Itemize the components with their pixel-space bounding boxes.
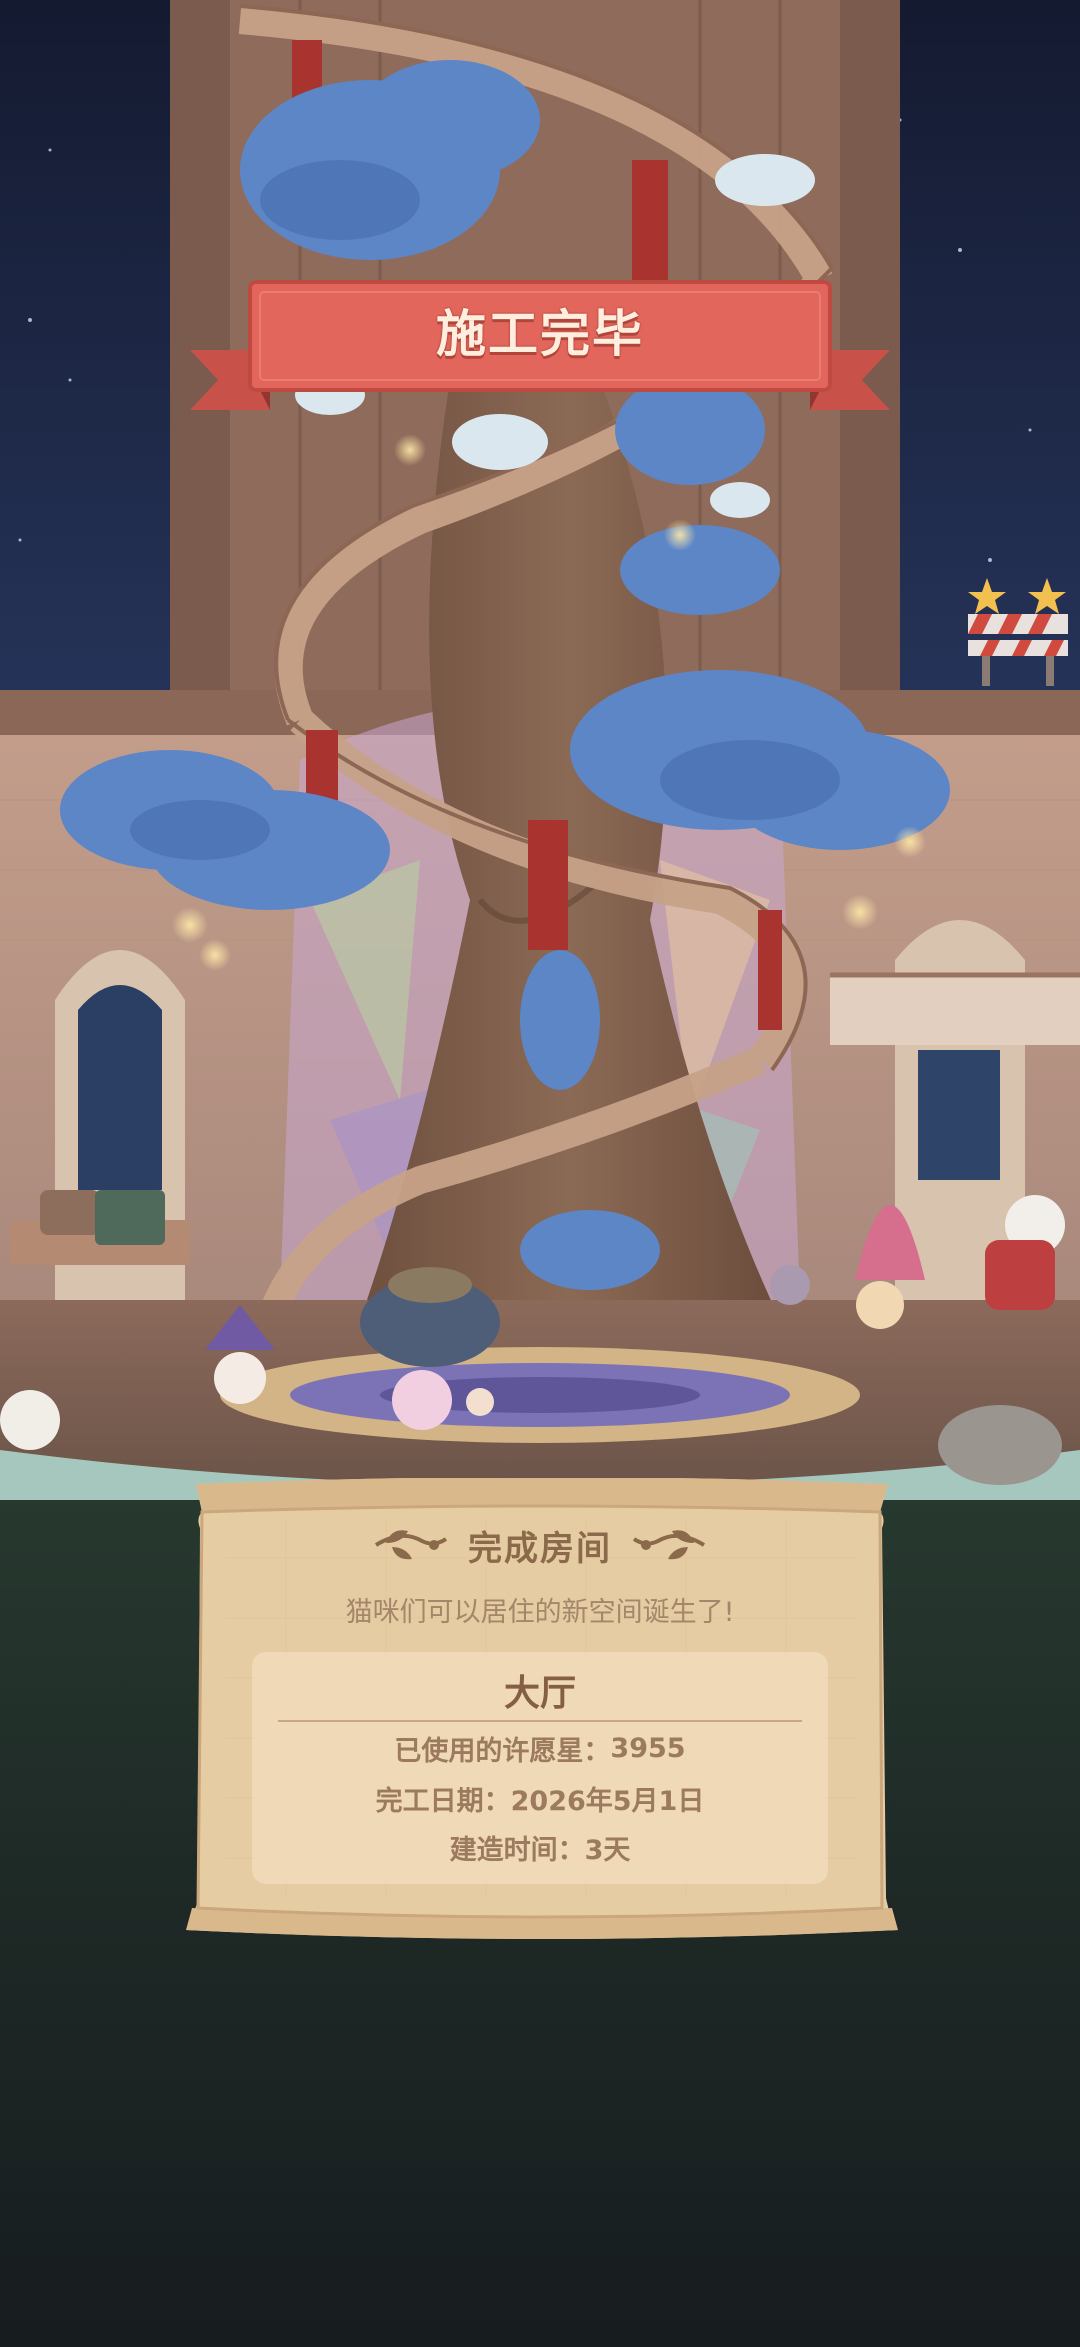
stars-used-label: 已使用的许愿星：: [394, 1735, 611, 1767]
build-time-label: 建造时间：: [449, 1834, 585, 1866]
completion-heading-text: 完成房间: [468, 1528, 612, 1569]
room-name-divider: [278, 1720, 802, 1722]
completion-heading: 完成房间: [260, 1510, 820, 1580]
stars-used-line: 已使用的许愿星： 3955: [252, 1724, 828, 1772]
star-barrier-icon[interactable]: [962, 570, 1074, 690]
leaf-ornament-icon: [632, 1530, 706, 1560]
leaf-ornament-icon: [374, 1530, 448, 1560]
construction-complete-title: 施工完毕: [436, 305, 644, 363]
completion-date-value: 2026年5月1日: [510, 1785, 705, 1817]
build-time-value: 3天: [584, 1834, 631, 1866]
stars-used-value: 3955: [610, 1732, 686, 1764]
room-name: 大厅: [503, 1673, 576, 1714]
build-time-line: 建造时间： 3天: [252, 1823, 828, 1871]
completion-date-label: 完工日期：: [375, 1785, 511, 1817]
completion-subtitle: 猫咪们可以居住的新空间诞生了!: [345, 1597, 735, 1628]
completion-date-line: 完工日期： 2026年5月1日: [252, 1774, 828, 1822]
room-completion-scene[interactable]: 施工完毕 完成房间 猫咪们可以居住的新空间诞生了! 大厅 已使用的许愿星： 39…: [0, 0, 1080, 2347]
